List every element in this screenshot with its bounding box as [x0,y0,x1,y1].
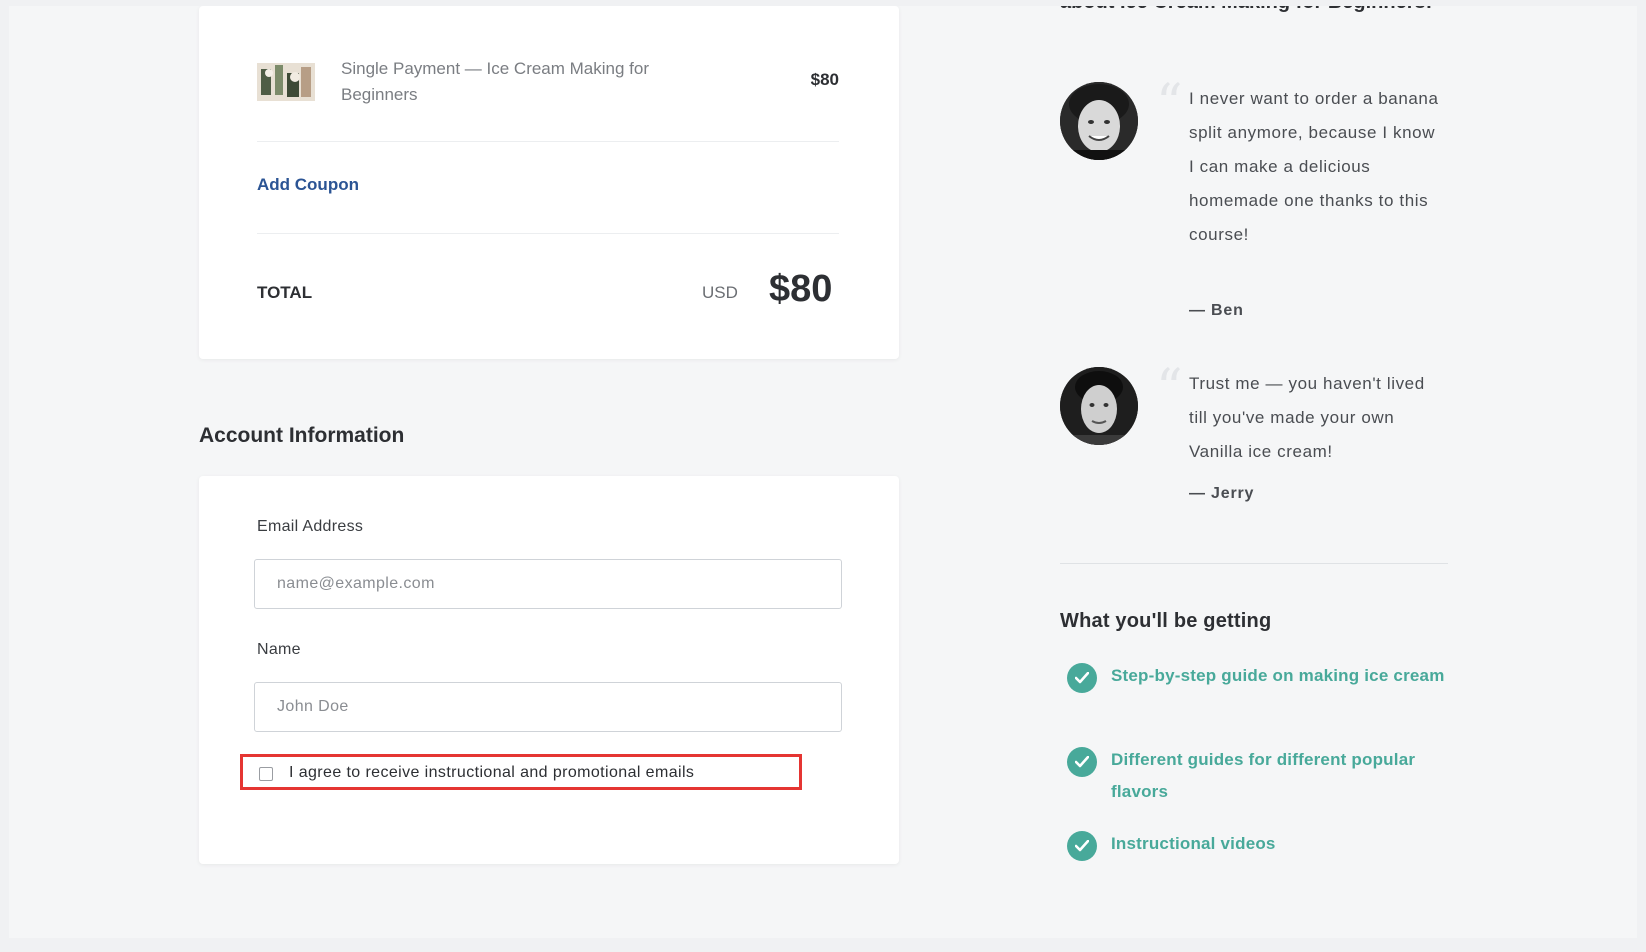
account-information-card: Email Address Name I agree to receive in… [199,476,899,864]
order-summary-card: Single Payment — Ice Cream Making for Be… [199,6,899,359]
quote-mark-icon: “ [1156,74,1183,134]
testimonial-quote: Trust me — you haven't lived till you've… [1189,374,1425,461]
email-consent-checkbox[interactable] [259,767,273,781]
email-field[interactable] [254,559,842,609]
benefit-text: Step-by-step guide on making ice cream [1111,666,1445,685]
check-circle-icon [1067,747,1097,777]
testimonial-jerry: “ Trust me — you haven't lived till you'… [1060,363,1460,517]
check-circle-icon [1067,663,1097,693]
name-label: Name [257,641,301,658]
product-thumbnail [257,63,315,101]
testimonial-quote: I never want to order a banana split any… [1189,89,1439,244]
total-currency: USD [702,283,738,302]
benefit-item: Step-by-step guide on making ice cream [1067,663,1447,727]
checkout-page: Single Payment — Ice Cream Making for Be… [9,6,1637,938]
total-amount: $80 [769,268,833,310]
coupon-row: Add Coupon [257,142,839,234]
total-label: TOTAL [257,283,313,302]
benefit-text: Different guides for different popular f… [1111,750,1416,801]
product-price: $80 [810,70,839,89]
email-consent-highlight: I agree to receive instructional and pro… [240,754,802,790]
email-label: Email Address [257,518,364,535]
testimonial-ben: “ I never want to order a banana split a… [1060,78,1460,342]
product-name: Single Payment — Ice Cream Making for Be… [341,59,650,104]
testimonial-author: — Ben [1189,302,1244,319]
quote-mark-icon: “ [1156,359,1183,419]
testimonials-heading: about Ice Cream Making for Beginners! [1060,6,1440,20]
order-line-item: Single Payment — Ice Cream Making for Be… [257,6,839,142]
testimonial-author: — Jerry [1189,485,1255,502]
check-circle-icon [1067,831,1097,861]
avatar [1060,367,1138,445]
benefit-text: Instructional videos [1111,834,1276,853]
benefits-title: What you'll be getting [1060,610,1272,632]
benefit-item: Instructional videos [1067,831,1447,863]
avatar [1060,82,1138,160]
name-field[interactable] [254,682,842,732]
account-information-title: Account Information [199,424,405,447]
benefit-item: Different guides for different popular f… [1067,747,1447,811]
email-consent-label[interactable]: I agree to receive instructional and pro… [289,764,694,782]
add-coupon-link[interactable]: Add Coupon [257,175,359,195]
divider [1060,563,1448,564]
